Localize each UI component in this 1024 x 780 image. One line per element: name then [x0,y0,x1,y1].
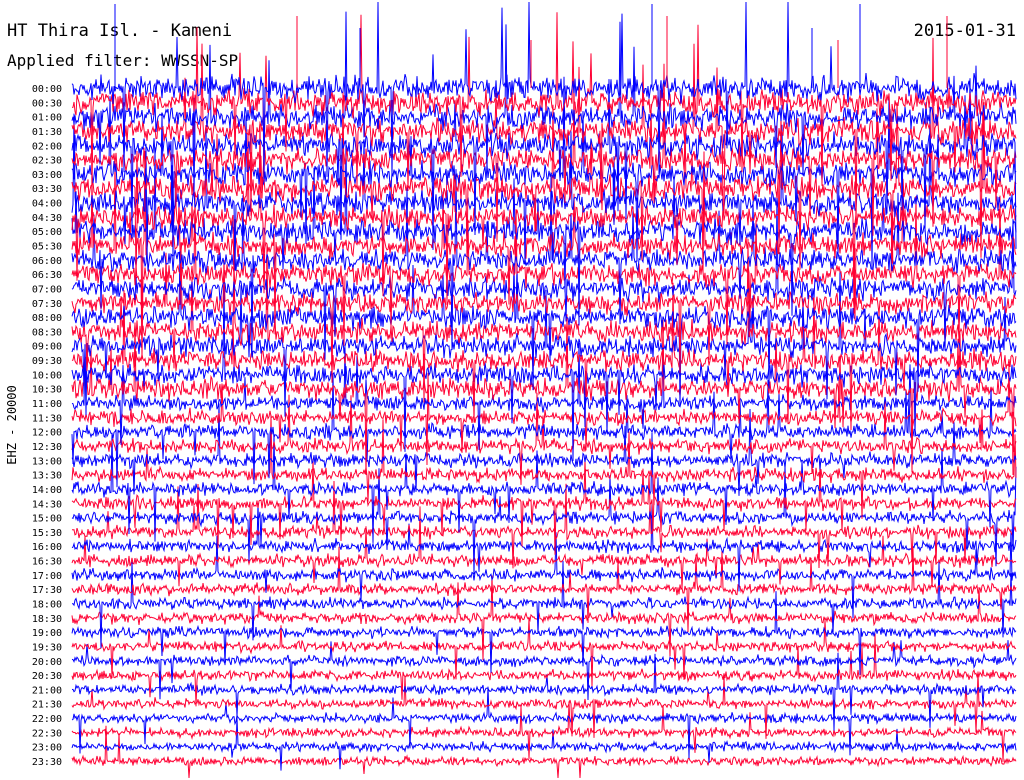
row-time-label: 22:30 [32,728,62,739]
row-time-label: 20:30 [32,671,62,682]
row-time-label: 00:00 [32,84,62,95]
row-time-label: 21:00 [32,685,62,696]
row-time-label: 01:00 [32,113,62,124]
row-time-label: 23:30 [32,757,62,768]
station-title: HT Thira Isl. - Kameni [7,21,232,41]
row-time-label: 12:30 [32,442,62,453]
row-time-label: 01:30 [32,127,62,138]
row-time-label: 18:00 [32,600,62,611]
row-time-label: 13:30 [32,471,62,482]
row-time-label: 07:30 [32,299,62,310]
row-time-label: 17:00 [32,571,62,582]
row-time-label: 05:00 [32,227,62,238]
row-time-label: 08:00 [32,313,62,324]
row-time-label: 03:00 [32,170,62,181]
helicorder-plot: HT Thira Isl. - Kameni 2015-01-31 Applie… [0,0,1024,780]
row-time-label: 08:30 [32,327,62,338]
row-time-label: 23:00 [32,743,62,754]
row-time-label: 02:00 [32,141,62,152]
row-time-label: 12:00 [32,428,62,439]
row-time-label: 11:00 [32,399,62,410]
filter-label: Applied filter: WWSSN-SP [7,51,238,70]
row-time-label: 14:30 [32,499,62,510]
row-time-label: 07:00 [32,285,62,296]
row-time-label: 15:00 [32,514,62,525]
date-label: 2015-01-31 [914,21,1016,41]
row-time-label: 16:30 [32,557,62,568]
row-time-label: 13:00 [32,456,62,467]
row-time-label: 10:30 [32,385,62,396]
row-time-label: 16:00 [32,542,62,553]
row-time-label: 17:30 [32,585,62,596]
row-time-label: 10:00 [32,370,62,381]
row-time-label: 21:30 [32,700,62,711]
row-time-label: 00:30 [32,98,62,109]
row-time-label: 14:00 [32,485,62,496]
row-time-label: 03:30 [32,184,62,195]
row-time-label: 19:30 [32,642,62,653]
row-time-label: 06:00 [32,256,62,267]
row-time-label: 05:30 [32,242,62,253]
row-time-label: 11:30 [32,413,62,424]
row-time-label: 19:00 [32,628,62,639]
row-time-label: 06:30 [32,270,62,281]
row-time-label: 15:30 [32,528,62,539]
row-time-label: 20:00 [32,657,62,668]
row-time-label: 09:30 [32,356,62,367]
row-time-label: 09:00 [32,342,62,353]
row-time-label: 02:30 [32,156,62,167]
row-time-label: 22:00 [32,714,62,725]
row-time-label: 04:30 [32,213,62,224]
row-time-label: 04:00 [32,199,62,210]
row-time-label: 18:30 [32,614,62,625]
channel-label: EHZ - 20000 [5,385,19,464]
